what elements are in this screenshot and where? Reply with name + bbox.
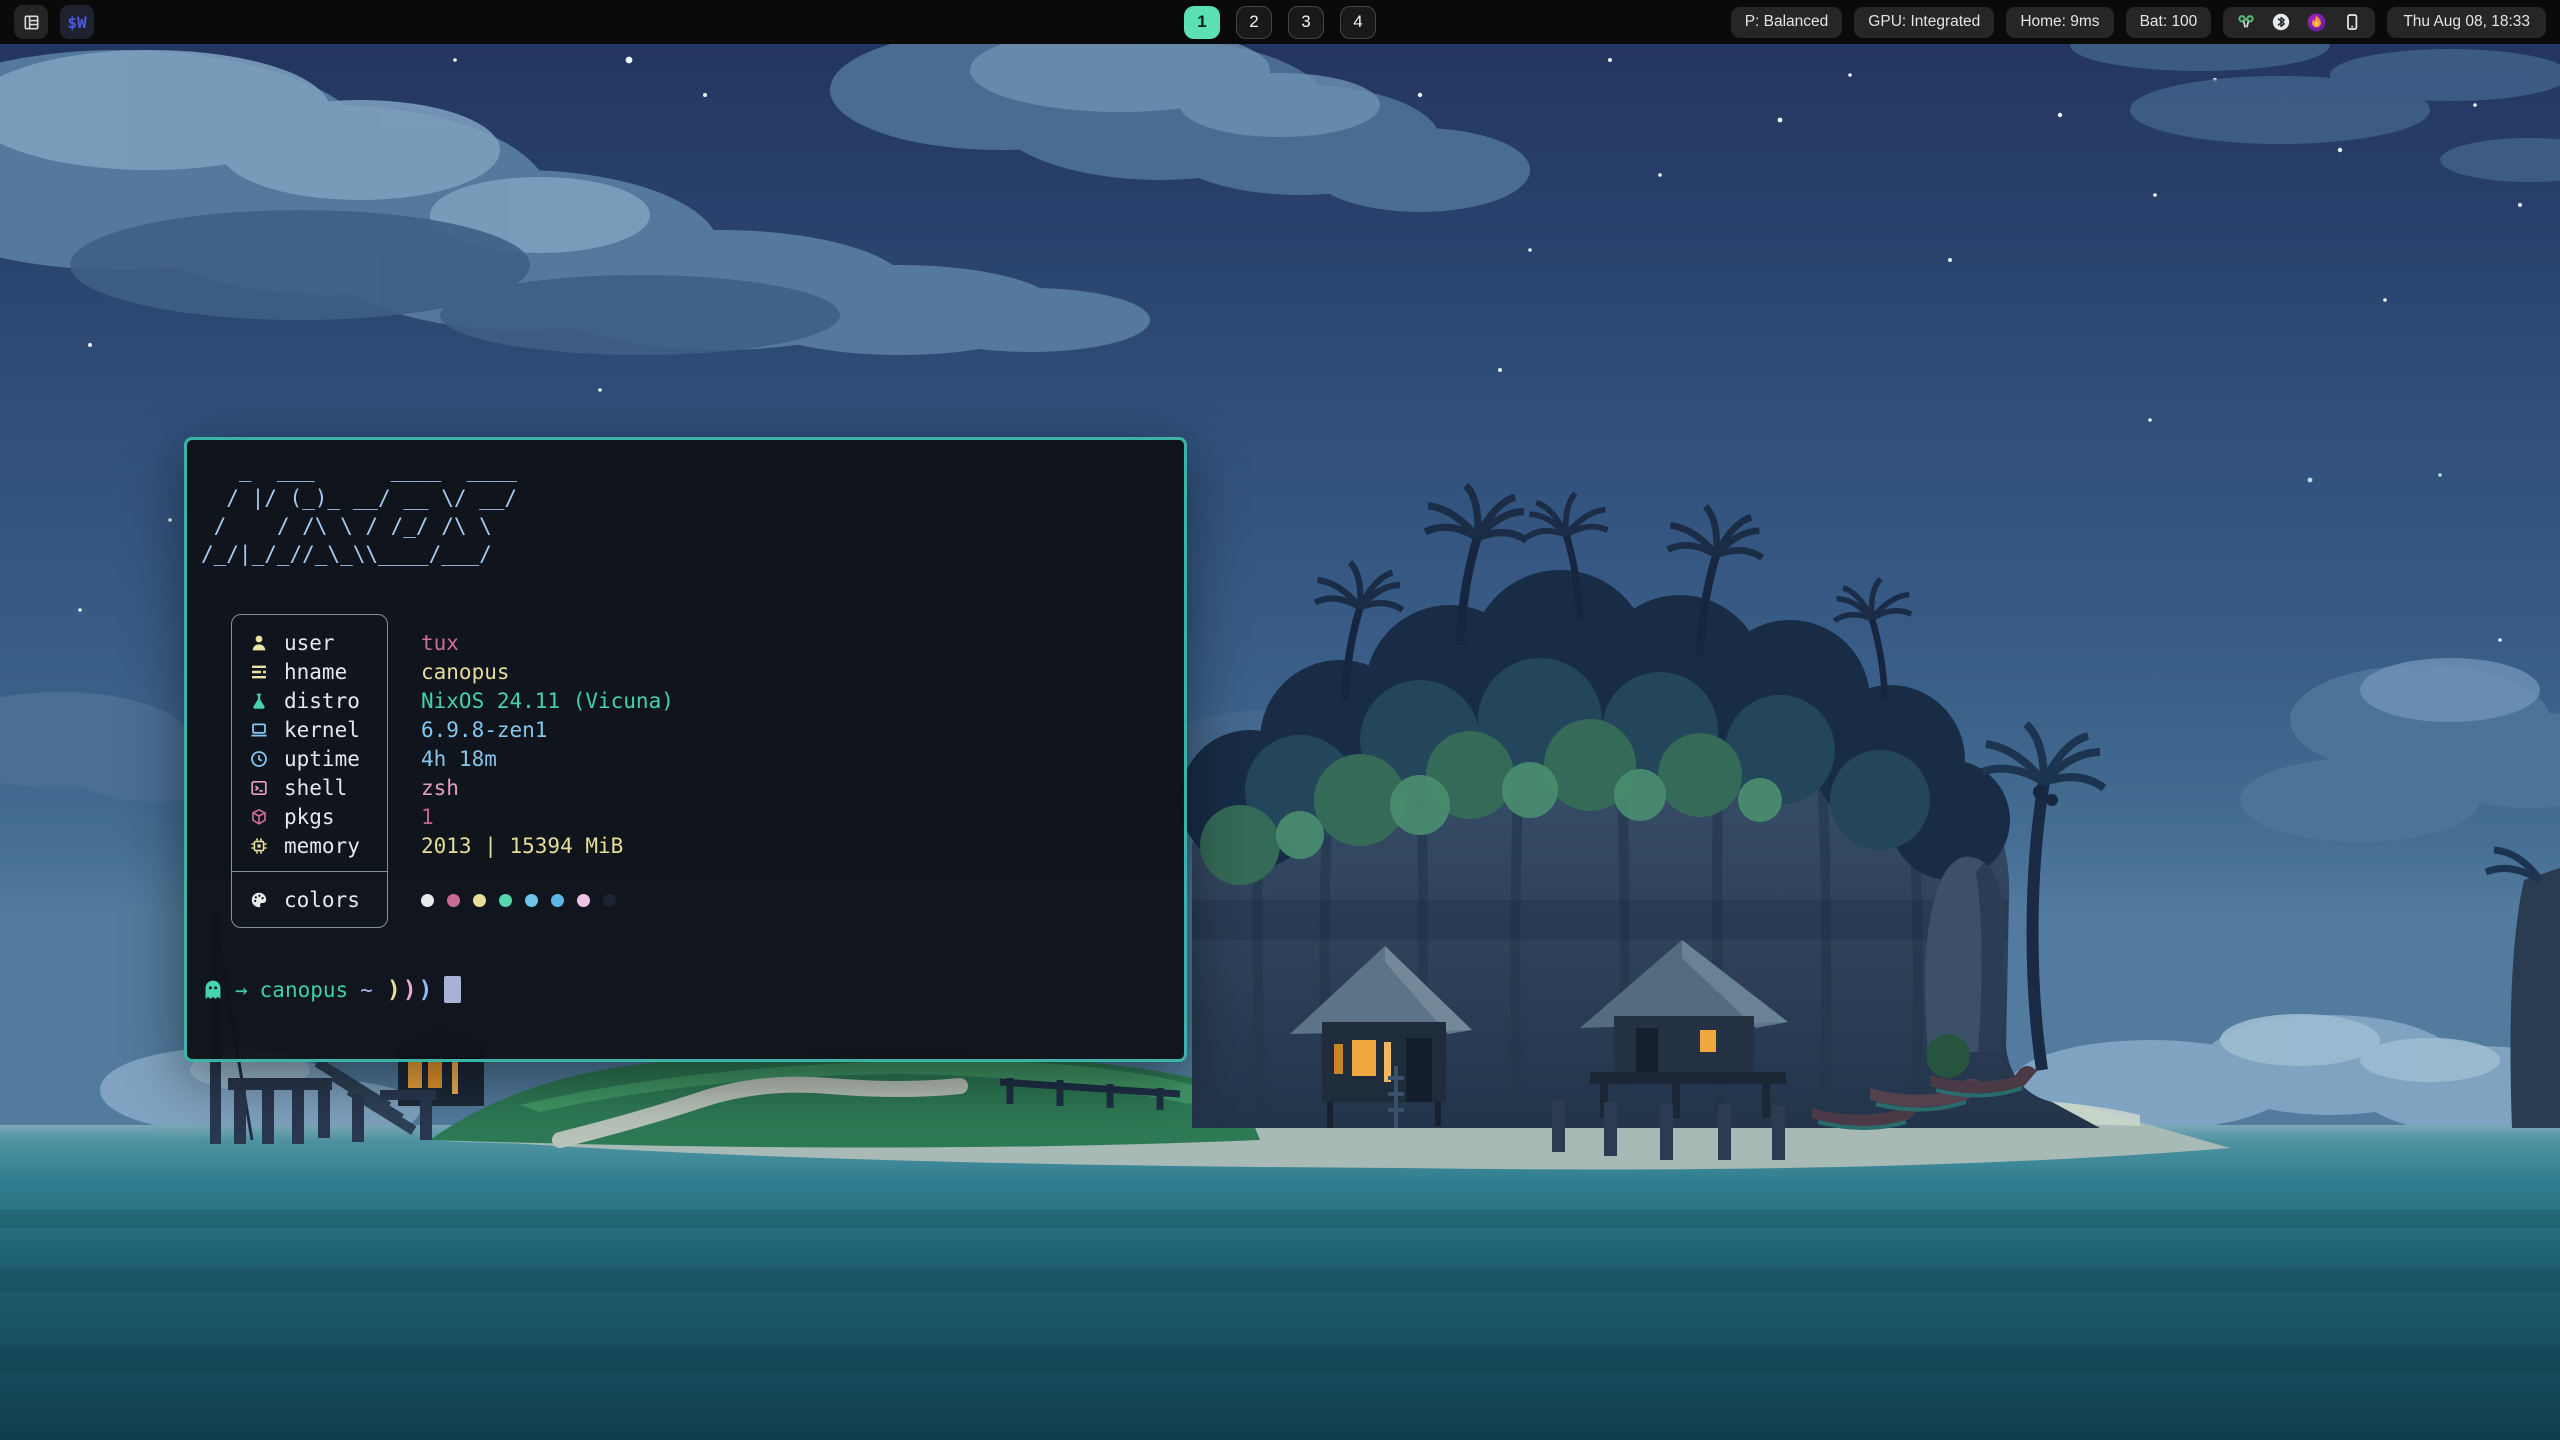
apps-grid-icon — [22, 13, 41, 32]
shell-prompt[interactable]: → canopus ~ ) ) ) — [201, 976, 1184, 1003]
workspace-button-2[interactable]: 2 — [1236, 6, 1272, 39]
battery-module[interactable]: Bat: 100 — [2126, 7, 2212, 38]
gpu-module[interactable]: GPU: Integrated — [1854, 7, 1994, 38]
fetch-divider — [231, 871, 388, 872]
ghost-icon — [201, 978, 225, 1002]
ping-module[interactable]: Home: 9ms — [2006, 7, 2113, 38]
color-dot — [551, 894, 564, 907]
prompt-chevron-2: ) — [403, 977, 417, 1003]
prompt-arrow: → — [235, 978, 248, 1002]
color-dot — [421, 894, 434, 907]
prompt-chevron-3: ) — [419, 977, 433, 1003]
ascii-logo: _ ___ ____ ____ / |/ (_)_ __/ __ \/ __/ … — [201, 456, 1184, 568]
bar-left: $W — [14, 5, 94, 39]
fetch-value-pkgs: 1 — [421, 805, 434, 829]
top-bar: $W 1 2 3 4 P: Balanced GPU: Integrated H… — [0, 0, 2560, 44]
color-dot — [499, 894, 512, 907]
system-tray — [2223, 7, 2375, 38]
workspace-button-1[interactable]: 1 — [1184, 6, 1220, 39]
apps-grid-button[interactable] — [14, 5, 48, 39]
fetch-info: user tux hname canopus distro NixOS 24.1… — [231, 614, 931, 928]
terminal-window[interactable]: _ ___ ____ ____ / |/ (_)_ __/ __ \/ __/ … — [184, 437, 1187, 1062]
fetch-label-frame — [231, 614, 388, 928]
prompt-host: canopus — [260, 978, 349, 1002]
fetch-value-shell: zsh — [421, 776, 459, 800]
prompt-chevron-1: ) — [387, 977, 401, 1003]
flame-icon[interactable] — [2306, 12, 2327, 33]
terminal-color-dots — [421, 894, 616, 907]
fetch-value-kernel: 6.9.8-zen1 — [421, 718, 547, 742]
fetch-value-user: tux — [421, 631, 459, 655]
phone-icon[interactable] — [2342, 12, 2362, 32]
power-profile-module[interactable]: P: Balanced — [1731, 7, 1843, 38]
color-dot — [473, 894, 486, 907]
clock-module[interactable]: Thu Aug 08, 18:33 — [2387, 7, 2546, 38]
color-dot — [447, 894, 460, 907]
prompt-path: ~ — [360, 978, 373, 1002]
fetch-value-hname: canopus — [421, 660, 510, 684]
terminal-cursor — [444, 976, 461, 1003]
fetch-value-distro: NixOS 24.11 (Vicuna) — [421, 689, 674, 713]
color-dot — [525, 894, 538, 907]
fetch-value-memory: 2013 | 15394 MiB — [421, 834, 623, 858]
scissors-icon[interactable] — [2236, 12, 2256, 32]
workspace-switcher: 1 2 3 4 — [1184, 0, 1376, 44]
window-manager-logo-button[interactable]: $W — [60, 5, 94, 39]
workspace-button-4[interactable]: 4 — [1340, 6, 1376, 39]
bluetooth-icon[interactable] — [2271, 12, 2291, 32]
color-dot — [577, 894, 590, 907]
fetch-value-uptime: 4h 18m — [421, 747, 497, 771]
workspace-button-3[interactable]: 3 — [1288, 6, 1324, 39]
window-manager-logo-text: $W — [67, 13, 86, 32]
color-dot — [603, 894, 616, 907]
bar-right: P: Balanced GPU: Integrated Home: 9ms Ba… — [1731, 0, 2546, 44]
